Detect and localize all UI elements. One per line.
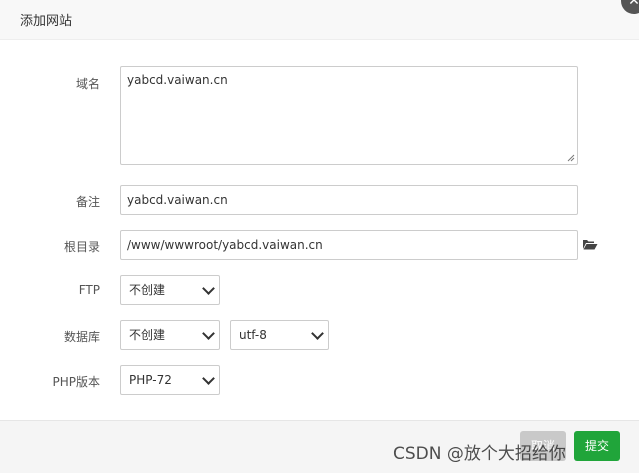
note-label: 备注 — [75, 195, 100, 209]
chevron-down-icon — [202, 282, 215, 295]
database-select[interactable]: 不创建 — [120, 320, 220, 350]
chevron-down-icon — [311, 327, 324, 340]
submit-button[interactable]: 提交 — [574, 431, 620, 461]
chevron-down-icon — [202, 327, 215, 340]
domain-textarea[interactable]: yabcd.vaiwan.cn — [120, 66, 578, 165]
domain-value: yabcd.vaiwan.cn — [127, 73, 228, 87]
ftp-label: FTP — [78, 283, 100, 297]
database-selected: 不创建 — [129, 328, 166, 342]
note-input[interactable]: yabcd.vaiwan.cn — [120, 185, 578, 215]
charset-select[interactable]: utf-8 — [230, 320, 329, 350]
root-dir-value: /www/wwwroot/yabcd.vaiwan.cn — [127, 238, 323, 252]
note-value: yabcd.vaiwan.cn — [127, 193, 228, 207]
charset-selected: utf-8 — [239, 328, 267, 342]
php-selected: PHP-72 — [129, 373, 172, 387]
add-site-dialog: 添加网站 ✕ 域名 yabcd.vaiwan.cn 备注 yabcd.vaiwa… — [0, 0, 639, 473]
php-version-select[interactable]: PHP-72 — [120, 365, 220, 395]
php-label: PHP版本 — [52, 375, 101, 389]
root-label: 根目录 — [63, 240, 100, 254]
chevron-down-icon — [202, 372, 215, 385]
folder-open-icon[interactable] — [582, 238, 598, 250]
dialog-header: 添加网站 — [0, 0, 639, 40]
ftp-selected: 不创建 — [129, 283, 166, 297]
resize-handle-icon[interactable] — [567, 154, 575, 162]
dialog-title: 添加网站 — [20, 14, 73, 29]
domain-label: 域名 — [75, 77, 100, 91]
watermark-text: CSDN @放个大招给你 — [393, 444, 566, 464]
database-label: 数据库 — [63, 330, 100, 344]
root-dir-input[interactable]: /www/wwwroot/yabcd.vaiwan.cn — [120, 230, 578, 260]
ftp-select[interactable]: 不创建 — [120, 275, 220, 305]
